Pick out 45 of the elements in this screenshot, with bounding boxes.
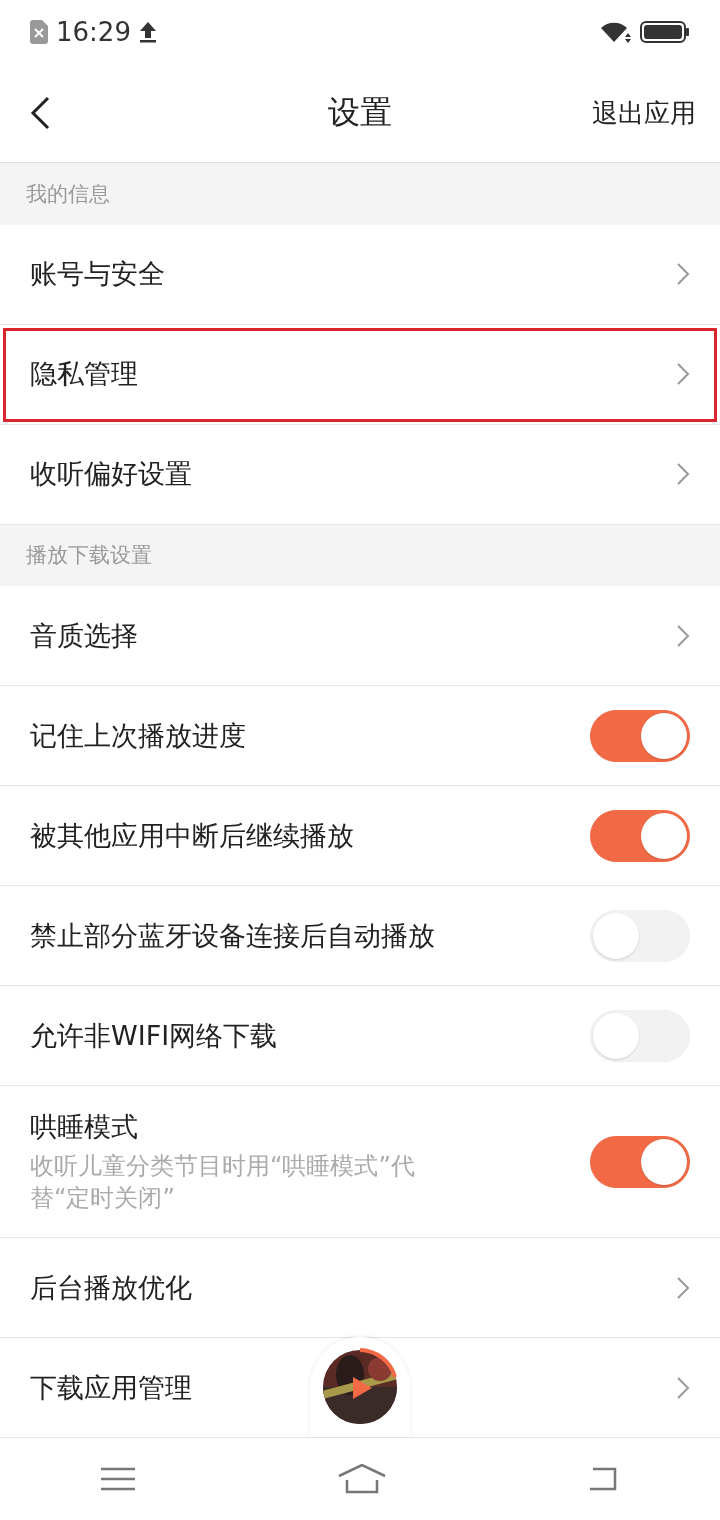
settings-row[interactable]: 记住上次播放进度 bbox=[0, 686, 720, 786]
row-label: 允许非WIFI网络下载 bbox=[30, 1018, 278, 1053]
section-title: 播放下载设置 bbox=[26, 542, 152, 570]
status-time: 16:29 bbox=[56, 17, 131, 47]
row-label: 后台播放优化 bbox=[30, 1270, 192, 1305]
chevron-right-icon bbox=[676, 262, 690, 286]
sim-card-icon bbox=[30, 20, 48, 44]
row-label: 下载应用管理 bbox=[30, 1370, 192, 1405]
mini-player[interactable] bbox=[310, 1337, 410, 1437]
settings-row[interactable]: 账号与安全 bbox=[0, 224, 720, 325]
settings-row[interactable]: 禁止部分蓝牙设备连接后自动播放 bbox=[0, 886, 720, 986]
row-label: 账号与安全 bbox=[30, 257, 165, 291]
back-nav-button[interactable] bbox=[588, 1466, 619, 1492]
toggle-switch[interactable] bbox=[590, 709, 690, 762]
row-description: 收听儿童分类节目时用“哄睡模式”代替“定时关闭” bbox=[30, 1151, 416, 1214]
back-button[interactable] bbox=[30, 96, 50, 130]
row-label: 收听偏好设置 bbox=[30, 457, 192, 491]
settings-row[interactable]: 允许非WIFI网络下载 bbox=[0, 986, 720, 1086]
settings-row[interactable]: 收听偏好设置 bbox=[0, 424, 720, 525]
menu-button[interactable] bbox=[101, 1467, 136, 1491]
chevron-right-icon bbox=[676, 362, 690, 386]
home-button[interactable] bbox=[338, 1464, 386, 1494]
page-title: 设置 bbox=[328, 92, 392, 133]
upload-icon bbox=[138, 21, 157, 43]
highlighted-settings-row[interactable]: 隐私管理 bbox=[0, 324, 720, 425]
chevron-right-icon bbox=[676, 462, 690, 486]
battery-icon bbox=[640, 21, 690, 43]
row-label: 禁止部分蓝牙设备连接后自动播放 bbox=[30, 918, 435, 953]
row-label: 音质选择 bbox=[30, 618, 138, 653]
row-label: 记住上次播放进度 bbox=[30, 718, 246, 753]
section-title: 我的信息 bbox=[26, 180, 110, 208]
toggle-switch[interactable] bbox=[590, 809, 690, 862]
row-label: 被其他应用中断后继续播放 bbox=[30, 818, 354, 853]
settings-row[interactable]: 音质选择 bbox=[0, 586, 720, 686]
chevron-right-icon bbox=[676, 623, 690, 648]
settings-row[interactable]: 哄睡模式 收听儿童分类节目时用“哄睡模式”代替“定时关闭” bbox=[0, 1086, 720, 1238]
toggle-switch[interactable] bbox=[590, 1135, 690, 1188]
row-label: 隐私管理 bbox=[30, 357, 138, 391]
wifi-icon bbox=[600, 21, 632, 43]
settings-row[interactable]: 被其他应用中断后继续播放 bbox=[0, 786, 720, 886]
settings-row[interactable]: 后台播放优化 bbox=[0, 1238, 720, 1338]
chevron-right-icon bbox=[676, 1275, 690, 1300]
chevron-right-icon bbox=[676, 1375, 690, 1400]
exit-app-button[interactable]: 退出应用 bbox=[592, 95, 696, 131]
row-label: 哄睡模式 bbox=[30, 1110, 139, 1145]
